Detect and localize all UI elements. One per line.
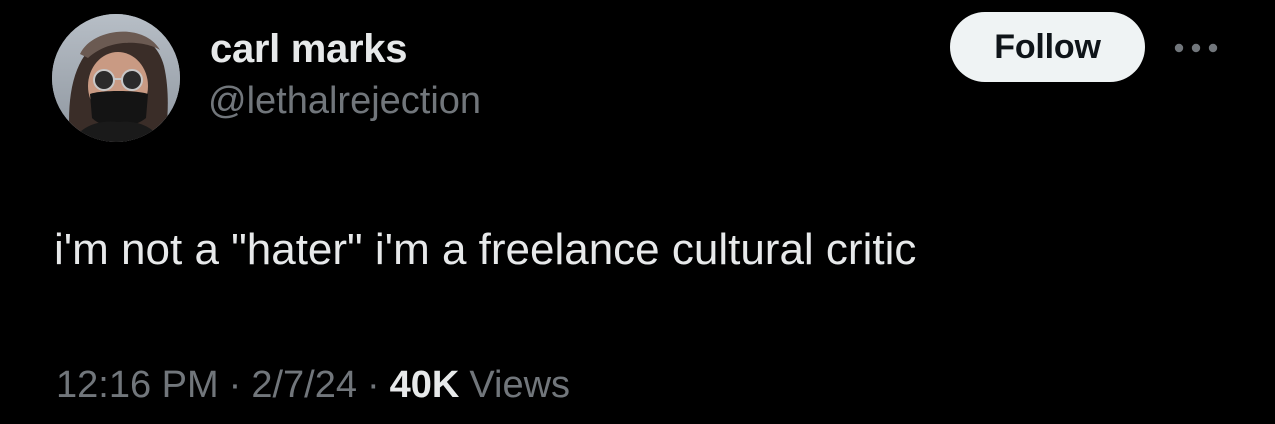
tweet-time[interactable]: 12:16 PM: [56, 360, 219, 410]
tweet-text: i'm not a "hater" i'm a freelance cultur…: [54, 225, 917, 274]
avatar-photo-icon: [52, 14, 180, 142]
author-handle[interactable]: @lethalrejection: [208, 78, 481, 124]
views-label[interactable]: Views: [469, 360, 570, 410]
tweet-meta: 12:16 PM · 2/7/24 · 40K Views: [56, 360, 570, 410]
more-options-button[interactable]: [1170, 28, 1222, 68]
tweet-card: carl marks @lethalrejection Follow i'm n…: [0, 0, 1275, 424]
tweet-date[interactable]: 2/7/24: [251, 360, 357, 410]
views-count[interactable]: 40K: [390, 360, 460, 410]
meta-separator: ·: [228, 364, 242, 406]
avatar[interactable]: [52, 14, 180, 142]
follow-button[interactable]: Follow: [950, 12, 1145, 82]
author-display-name[interactable]: carl marks: [210, 26, 407, 72]
meta-separator: ·: [366, 364, 380, 406]
more-options-icon: [1174, 43, 1218, 53]
